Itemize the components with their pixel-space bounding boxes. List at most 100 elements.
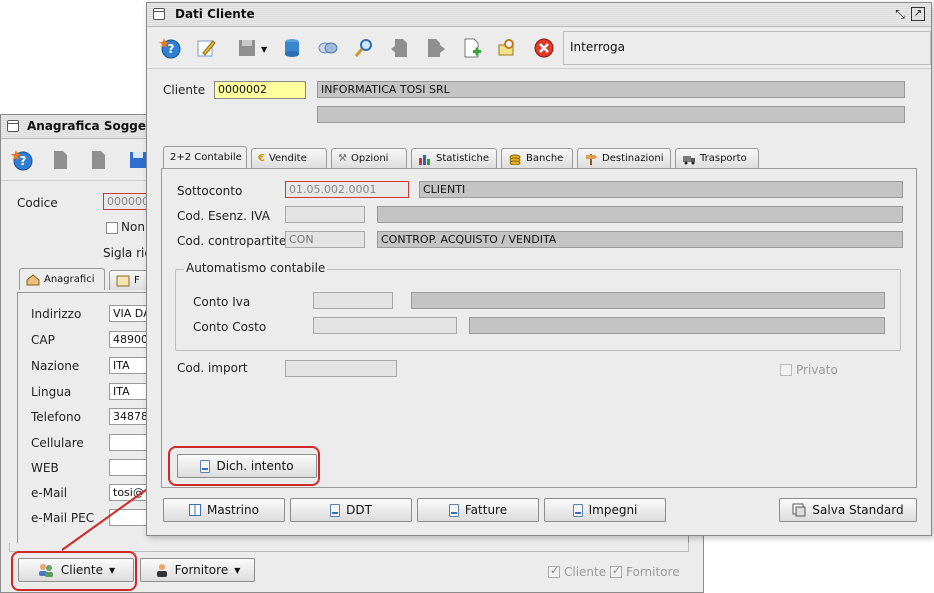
fatture-button[interactable]: Fatture: [417, 498, 539, 522]
svg-text:?: ?: [20, 154, 27, 168]
cliente-name-field: INFORMATICA TOSI SRL: [317, 81, 905, 98]
tab-opzioni[interactable]: ⚒ Opzioni: [331, 148, 407, 168]
calendar-icon: [116, 275, 130, 286]
help-icon[interactable]: ?: [9, 147, 35, 173]
non-checkbox[interactable]: [106, 222, 118, 234]
minimize-icon[interactable]: ⤡: [893, 7, 907, 21]
dropdown-arrow-icon: ▼: [234, 565, 241, 575]
email-field[interactable]: tosi@: [109, 484, 149, 501]
cellulare-field[interactable]: [109, 434, 149, 451]
web-label: WEB: [31, 461, 59, 475]
document-left-icon[interactable]: [387, 35, 413, 61]
cliente-code-field[interactable]: 0000002: [214, 81, 306, 99]
lingua-field[interactable]: ITA: [109, 383, 149, 400]
dati-cliente-titlebar[interactable]: Dati Cliente ⤡ ↗: [147, 3, 931, 27]
edit-icon[interactable]: [193, 35, 219, 61]
users-icon: [38, 564, 53, 577]
impegni-button-label: Impegni: [588, 503, 638, 517]
tab-destinazioni[interactable]: Destinazioni: [577, 148, 671, 168]
maximize-icon[interactable]: ↗: [911, 7, 925, 21]
esenz-iva-desc-field: [377, 206, 903, 223]
tab-contabile-label: 2+2 Contabile: [170, 152, 242, 163]
non-label: Non: [121, 220, 145, 234]
codice-label: Codice: [17, 196, 58, 210]
anagrafica-tabs: Anagrafici F: [19, 268, 149, 292]
sottoconto-code-field[interactable]: 01.05.002.0001: [285, 181, 409, 198]
dati-cliente-toolbar: ? ▼ Interroga: [147, 27, 931, 69]
tab-destinazioni-label: Destinazioni: [602, 153, 664, 164]
tab-anagrafici[interactable]: Anagrafici: [19, 268, 105, 290]
telefono-field[interactable]: 34878: [109, 408, 149, 425]
signpost-icon: [586, 153, 597, 165]
lingua-label: Lingua: [31, 385, 72, 399]
fornitore-checkbox[interactable]: [610, 564, 622, 578]
dati-cliente-title: Dati Cliente: [175, 7, 255, 21]
tab-f-label: F: [134, 275, 140, 286]
email-pec-label: e-Mail PEC: [31, 511, 95, 525]
impegni-button[interactable]: Impegni: [544, 498, 666, 522]
tools-icon: ⚒: [338, 153, 347, 164]
privato-checkbox[interactable]: [780, 364, 792, 376]
dati-cliente-window: Dati Cliente ⤡ ↗ ? ▼ Interroga Cliente 0…: [146, 2, 932, 536]
document-new-icon[interactable]: [85, 147, 111, 173]
cellulare-label: Cellulare: [31, 436, 84, 450]
tab-banche[interactable]: Banche: [501, 148, 573, 168]
salva-standard-button[interactable]: Salva Standard: [779, 498, 917, 522]
dich-intento-button-label: Dich. intento: [216, 459, 294, 473]
conto-iva-code-field[interactable]: [313, 292, 393, 309]
sottoconto-desc-field: CLIENTI: [419, 181, 903, 198]
fatture-button-label: Fatture: [464, 503, 508, 517]
save-dropdown-icon[interactable]: ▼: [261, 45, 267, 54]
close-icon[interactable]: [531, 35, 557, 61]
cliente-label: Cliente: [163, 83, 206, 97]
ddt-button-label: DDT: [346, 503, 372, 517]
panel-bottom-edge: [9, 543, 689, 552]
contropartite-label: Cod. contropartite: [177, 234, 287, 248]
save-icon[interactable]: [235, 35, 261, 61]
tab-contabile[interactable]: 2+2 Contabile: [163, 146, 247, 168]
conto-iva-desc-field: [411, 292, 885, 309]
help-icon[interactable]: ?: [157, 35, 183, 61]
tab-trasporto-label: Trasporto: [700, 153, 747, 164]
document-add-icon[interactable]: [459, 35, 485, 61]
mastrino-button[interactable]: Mastrino: [163, 498, 285, 522]
email-pec-field[interactable]: [109, 509, 149, 526]
cliente-button[interactable]: Cliente ▼: [18, 558, 134, 582]
nazione-field[interactable]: ITA: [109, 357, 149, 374]
mail-search-icon[interactable]: [495, 35, 521, 61]
conto-costo-desc-field: [469, 317, 885, 334]
cap-label: CAP: [31, 333, 55, 347]
privato-label: Privato: [796, 363, 838, 377]
sigla-label: Sigla ric: [103, 246, 151, 260]
esenz-iva-code-field[interactable]: [285, 206, 365, 223]
search-icon[interactable]: [351, 35, 377, 61]
mode-status-field: Interroga: [563, 31, 931, 65]
copy-icon[interactable]: [315, 35, 341, 61]
fornitore-button[interactable]: Fornitore ▼: [140, 558, 255, 582]
window-icon: [153, 8, 165, 20]
email-label: e-Mail: [31, 486, 68, 500]
ddt-button[interactable]: DDT: [290, 498, 412, 522]
cliente-checkbox[interactable]: [548, 564, 560, 578]
document-right-icon[interactable]: [423, 35, 449, 61]
tab-vendite[interactable]: € Vendite: [251, 148, 327, 168]
dich-intento-button[interactable]: Dich. intento: [177, 454, 317, 478]
web-field[interactable]: [109, 459, 149, 476]
contropartite-desc-field: CONTROP. ACQUISTO / VENDITA: [377, 231, 903, 248]
person-icon: [156, 564, 167, 577]
conto-iva-label: Conto Iva: [193, 295, 251, 309]
tab-banche-label: Banche: [526, 153, 564, 164]
indirizzo-field[interactable]: VIA DA: [109, 305, 149, 322]
cliente-name2-field: [317, 106, 905, 123]
database-icon[interactable]: [279, 35, 305, 61]
codice-field[interactable]: 000000: [103, 193, 149, 210]
cod-import-field[interactable]: [285, 360, 397, 377]
contropartite-code-field[interactable]: CON: [285, 231, 365, 248]
document-icon[interactable]: [47, 147, 73, 173]
tab-statistiche[interactable]: Statistiche: [411, 148, 497, 168]
tab-trasporto[interactable]: Trasporto: [675, 148, 759, 168]
tab-f[interactable]: F: [109, 270, 149, 290]
home-icon: [26, 273, 40, 285]
conto-costo-code-field[interactable]: [313, 317, 457, 334]
cap-field[interactable]: 48900: [109, 331, 149, 348]
